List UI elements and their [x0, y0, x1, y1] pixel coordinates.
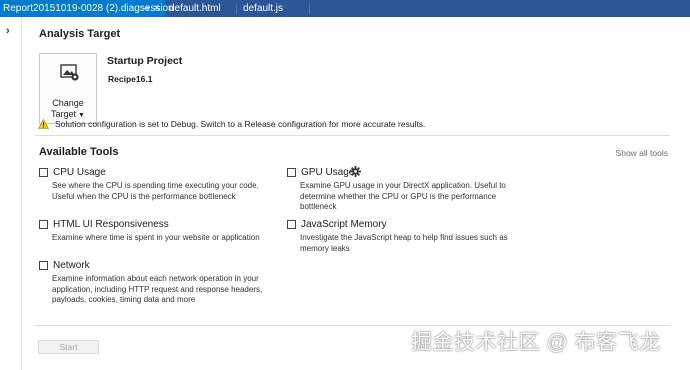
project-name: Startup Project: [107, 55, 183, 67]
tab-label: default.js: [243, 3, 284, 14]
tool-name[interactable]: CPU Usage: [53, 167, 106, 178]
target-image-gear-icon: [60, 64, 79, 81]
chevron-down-icon: ▼: [78, 112, 85, 119]
document-tab-strip: Report20151019-0028 (2).diagsession ⊸ × …: [0, 0, 690, 17]
tab-diagsession[interactable]: Report20151019-0028 (2).diagsession ⊸ ×: [0, 0, 174, 17]
tab-label: default.html: [169, 3, 221, 14]
close-icon[interactable]: ×: [154, 0, 160, 17]
warning-icon: [38, 119, 49, 129]
change-target-label: Change Target ▼: [51, 98, 85, 119]
chevron-right-icon[interactable]: ›: [6, 25, 10, 37]
tool-description: Examine GPU usage in your DirectX applic…: [300, 181, 506, 211]
warning-text: Solution configuration is set to Debug. …: [55, 119, 426, 129]
watermark: 掘金技术社区 @ 布客飞龙: [411, 331, 661, 354]
gear-icon[interactable]: [350, 166, 361, 177]
pin-icon[interactable]: ⊸: [142, 0, 150, 17]
tab-default-js[interactable]: default.js: [240, 0, 310, 17]
tool-name[interactable]: Network: [53, 260, 90, 271]
project-subtitle: Recipe16.1: [108, 74, 153, 84]
diagnostic-session-page: Analysis Target Change Target ▼ Startup P…: [22, 17, 690, 370]
cpu-usage-checkbox[interactable]: [39, 168, 48, 177]
tool-name[interactable]: JavaScript Memory: [301, 219, 387, 230]
divider: [35, 135, 670, 136]
debug-configuration-warning: Solution configuration is set to Debug. …: [38, 119, 425, 129]
html-ui-responsiveness-checkbox[interactable]: [39, 220, 48, 229]
gpu-usage-checkbox[interactable]: [287, 168, 296, 177]
tool-name[interactable]: GPU Usage: [301, 167, 354, 178]
change-target-button[interactable]: Change Target ▼: [39, 53, 97, 124]
tool-description: Investigate the JavaScript heap to help …: [300, 233, 508, 253]
tool-description: See where the CPU is spending time execu…: [52, 181, 259, 201]
tool-name[interactable]: HTML UI Responsiveness: [53, 219, 169, 230]
javascript-memory-checkbox[interactable]: [287, 220, 296, 229]
network-checkbox[interactable]: [39, 261, 48, 270]
available-tools-title: Available Tools: [39, 146, 119, 158]
start-button[interactable]: Start: [38, 340, 99, 354]
tool-description: Examine where time is spent in your webs…: [52, 233, 260, 242]
tab-default-html[interactable]: default.html: [167, 0, 237, 17]
show-all-tools-link[interactable]: Show all tools: [616, 148, 668, 158]
tool-description: Examine information about each network o…: [52, 274, 263, 304]
left-gutter: ›: [0, 17, 22, 370]
analysis-target-title: Analysis Target: [39, 28, 121, 40]
